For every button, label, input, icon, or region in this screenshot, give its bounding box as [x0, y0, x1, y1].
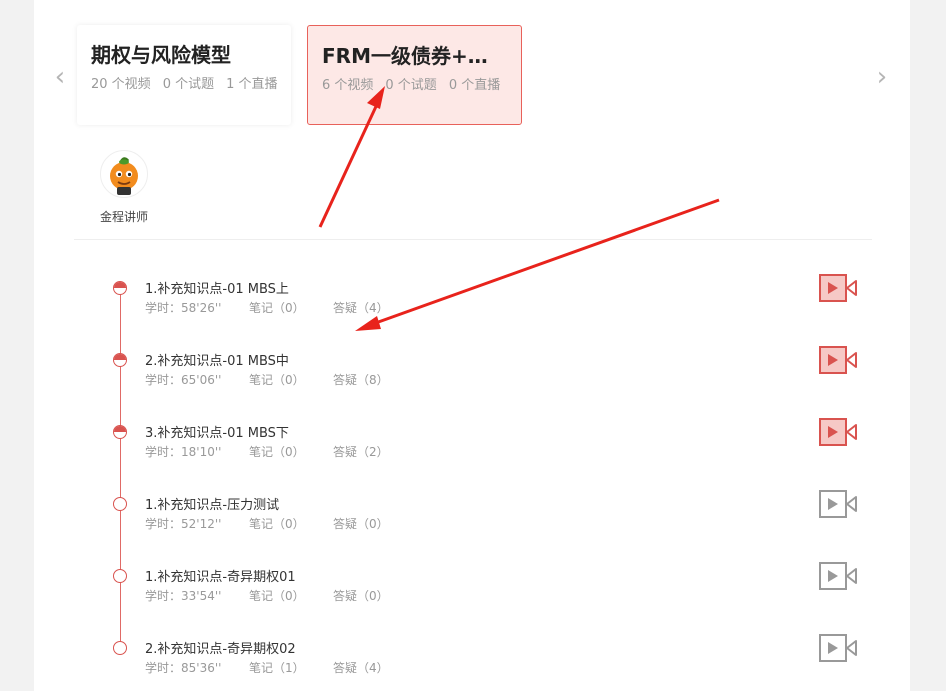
lesson-duration: 学时：18'10'' [145, 445, 222, 459]
avatar [100, 150, 148, 198]
play-video-icon[interactable] [819, 346, 859, 374]
play-video-icon[interactable] [819, 274, 859, 302]
play-video-icon[interactable] [819, 490, 859, 518]
course-card-title: FRM一级债券+期... [322, 44, 507, 68]
lesson-title[interactable]: 3.补充知识点-01 MBS下 [145, 422, 289, 441]
lesson-qa[interactable]: 答疑（0） [333, 515, 389, 532]
lesson-item: 2.补充知识点-01 MBS中 学时：65'06'' 笔记（0） 答疑（8） [109, 346, 869, 403]
lesson-title[interactable]: 1.补充知识点-压力测试 [145, 494, 279, 513]
teacher-mascot-icon [110, 157, 138, 195]
lesson-notes[interactable]: 笔记（0） [249, 299, 333, 316]
lesson-notes[interactable]: 笔记（0） [249, 443, 333, 460]
lesson-notes[interactable]: 笔记（0） [249, 587, 333, 604]
lesson-title[interactable]: 1.补充知识点-奇异期权01 [145, 566, 296, 585]
lesson-item: 3.补充知识点-01 MBS下 学时：18'10'' 笔记（0） 答疑（2） [109, 418, 869, 475]
lesson-item: 1.补充知识点-01 MBS上 学时：58'26'' 笔记（0） 答疑（4） [109, 274, 869, 331]
video-count: 6 个视频 [322, 78, 374, 93]
lesson-item: 2.补充知识点-奇异期权02 学时：85'36'' 笔记（1） 答疑（4） [109, 634, 869, 691]
quiz-count: 0 个试题 [162, 77, 215, 92]
lesson-qa[interactable]: 答疑（8） [333, 371, 389, 388]
play-video-icon[interactable] [819, 634, 859, 662]
lesson-title[interactable]: 2.补充知识点-01 MBS中 [145, 350, 289, 369]
progress-dot-icon [113, 497, 127, 511]
progress-dot-icon [113, 425, 127, 439]
progress-dot-icon [113, 281, 127, 295]
lesson-duration: 学时：33'54'' [145, 589, 222, 603]
course-panel: ‹ › 期权与风险模型 20 个视频 0 个试题 1 个直播 FRM一级债券+期..… [34, 0, 910, 691]
lesson-item: 1.补充知识点-奇异期权01 学时：33'54'' 笔记（0） 答疑（0） [109, 562, 869, 619]
lesson-notes[interactable]: 笔记（0） [249, 371, 333, 388]
course-card-stats: 20 个视频 0 个试题 1 个直播 [91, 73, 278, 92]
lesson-meta: 学时：18'10'' 笔记（0） 答疑（2） [145, 443, 389, 460]
lesson-duration: 学时：58'26'' [145, 301, 222, 315]
lesson-meta: 学时：85'36'' 笔记（1） 答疑（4） [145, 659, 389, 676]
lesson-meta: 学时：58'26'' 笔记（0） 答疑（4） [145, 299, 389, 316]
teacher-name: 金程讲师 [99, 210, 148, 224]
live-count: 1 个直播 [226, 77, 278, 92]
play-video-icon[interactable] [819, 562, 859, 590]
divider [74, 239, 872, 240]
lesson-title[interactable]: 1.补充知识点-01 MBS上 [145, 278, 289, 297]
course-card-frm-bonds[interactable]: FRM一级债券+期... 6 个视频 0 个试题 0 个直播 [307, 25, 522, 125]
teacher-profile[interactable]: 金程讲师 [89, 150, 159, 225]
live-count: 0 个直播 [448, 78, 501, 93]
carousel-next-icon[interactable]: › [872, 62, 892, 92]
lesson-notes[interactable]: 笔记（0） [249, 515, 333, 532]
lesson-qa[interactable]: 答疑（4） [333, 299, 389, 316]
lesson-qa[interactable]: 答疑（0） [333, 587, 389, 604]
course-card-title: 期权与风险模型 [91, 43, 231, 67]
lesson-duration: 学时：65'06'' [145, 373, 222, 387]
progress-dot-icon [113, 569, 127, 583]
quiz-count: 0 个试题 [385, 78, 437, 93]
lesson-title[interactable]: 2.补充知识点-奇异期权02 [145, 638, 296, 657]
lesson-meta: 学时：33'54'' 笔记（0） 答疑（0） [145, 587, 389, 604]
progress-dot-icon [113, 641, 127, 655]
lesson-meta: 学时：52'12'' 笔记（0） 答疑（0） [145, 515, 389, 532]
lesson-duration: 学时：85'36'' [145, 661, 222, 675]
course-card-options-risk[interactable]: 期权与风险模型 20 个视频 0 个试题 1 个直播 [77, 25, 291, 125]
lesson-duration: 学时：52'12'' [145, 517, 222, 531]
lesson-notes[interactable]: 笔记（1） [249, 659, 333, 676]
lesson-qa[interactable]: 答疑（2） [333, 443, 389, 460]
course-card-stats: 6 个视频 0 个试题 0 个直播 [322, 74, 507, 93]
progress-dot-icon [113, 353, 127, 367]
lesson-meta: 学时：65'06'' 笔记（0） 答疑（8） [145, 371, 389, 388]
video-count: 20 个视频 [91, 77, 151, 92]
lesson-item: 1.补充知识点-压力测试 学时：52'12'' 笔记（0） 答疑（0） [109, 490, 869, 547]
carousel-prev-icon[interactable]: ‹ [50, 62, 70, 92]
lesson-qa[interactable]: 答疑（4） [333, 659, 389, 676]
play-video-icon[interactable] [819, 418, 859, 446]
